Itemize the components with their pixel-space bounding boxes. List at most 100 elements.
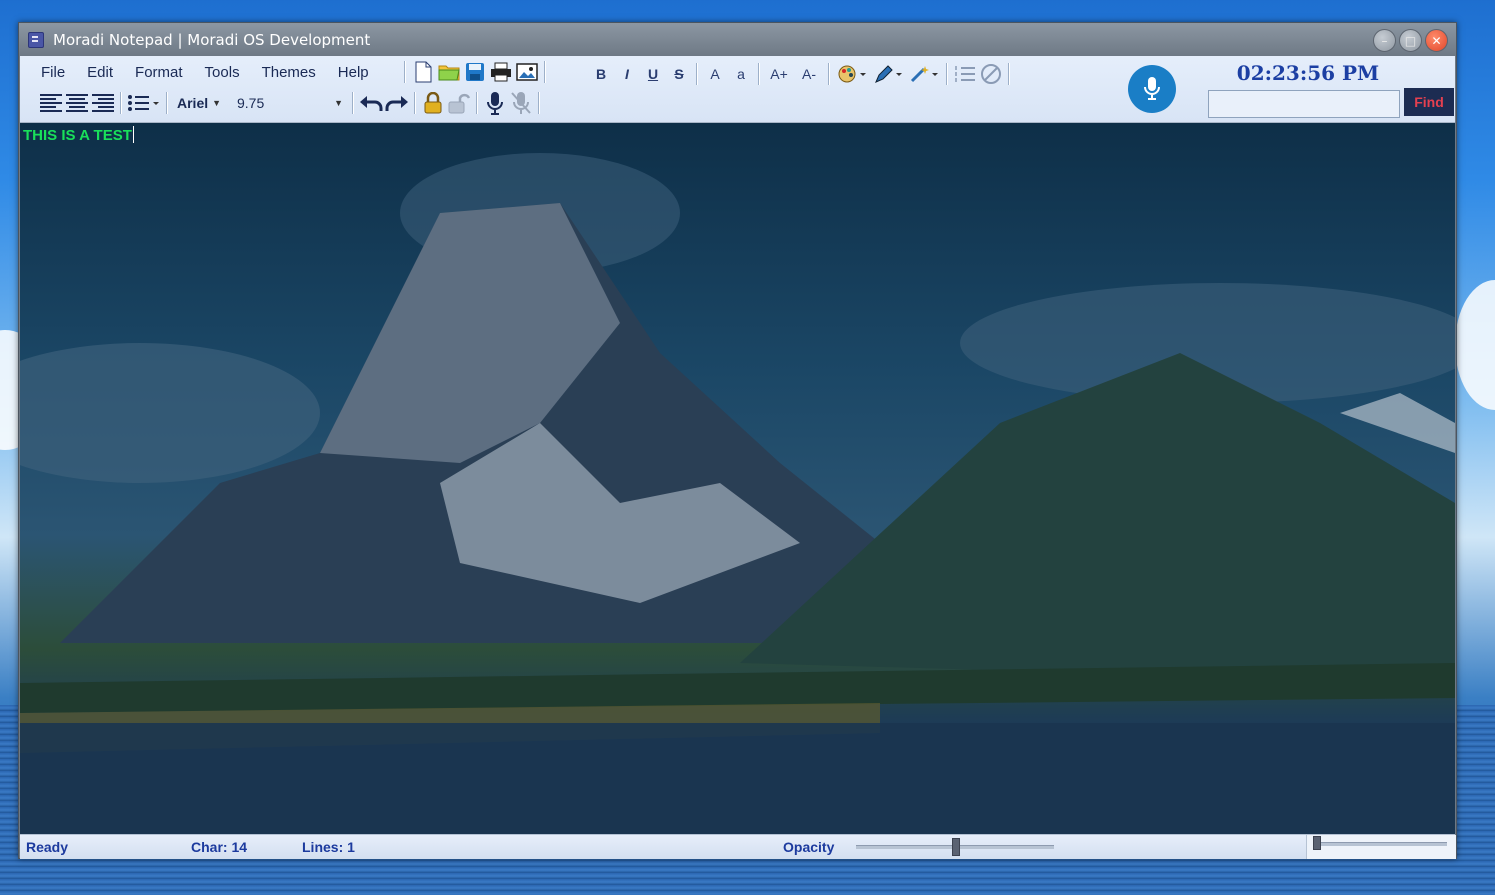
- toolbar-separator: [544, 61, 546, 83]
- redo-button[interactable]: [384, 90, 410, 116]
- menu-tools[interactable]: Tools: [194, 62, 251, 83]
- opacity-slider-thumb[interactable]: [952, 838, 960, 856]
- clock: 02:23:56 PM: [1236, 61, 1380, 85]
- palette-icon: [838, 65, 866, 83]
- find-input[interactable]: [1208, 90, 1400, 118]
- minimize-icon: –: [1381, 33, 1388, 48]
- dictation-button[interactable]: [482, 90, 508, 116]
- text-effects-button[interactable]: [906, 61, 942, 87]
- print-button[interactable]: [488, 59, 514, 85]
- align-center-button[interactable]: [64, 90, 90, 116]
- italic-button[interactable]: I: [614, 61, 640, 87]
- microphone-icon: [487, 92, 503, 115]
- magic-wand-icon: [910, 66, 938, 83]
- text-cursor: [132, 126, 134, 143]
- numbered-list-icon: [955, 66, 975, 82]
- menu-file[interactable]: File: [30, 62, 76, 83]
- highlight-button[interactable]: [870, 61, 906, 87]
- save-icon: [466, 63, 484, 81]
- toolbar-separator: [414, 92, 416, 114]
- close-icon: ✕: [1431, 33, 1442, 48]
- toolbar-separator: [828, 63, 830, 85]
- toolbar-separator: [946, 63, 948, 85]
- align-right-button[interactable]: [90, 90, 116, 116]
- uppercase-label: A: [710, 66, 720, 82]
- toolbar-area: File Edit Format Tools Themes Help B I U…: [20, 56, 1455, 123]
- find-button[interactable]: Find: [1404, 88, 1454, 116]
- notepad-window: Moradi Notepad | Moradi OS Development –…: [18, 22, 1457, 859]
- lock-icon: [424, 92, 442, 114]
- strikethrough-label: S: [674, 66, 684, 82]
- editor-content[interactable]: THIS IS A TEST: [23, 126, 134, 144]
- background-landscape: [20, 153, 1455, 834]
- title-bar[interactable]: Moradi Notepad | Moradi OS Development –…: [19, 23, 1456, 56]
- editor-text: THIS IS A TEST: [23, 127, 132, 144]
- new-file-button[interactable]: [410, 59, 436, 85]
- status-line-count: Lines: 1: [302, 839, 355, 855]
- print-icon: [491, 62, 511, 82]
- maximize-button[interactable]: □: [1399, 29, 1422, 52]
- undo-icon: [360, 96, 383, 111]
- uppercase-button[interactable]: A: [702, 61, 728, 87]
- clear-format-button[interactable]: [978, 61, 1004, 87]
- status-ready: Ready: [26, 839, 69, 855]
- bullet-list-button[interactable]: [126, 90, 162, 116]
- bold-label: B: [595, 66, 607, 82]
- zoom-slider-thumb[interactable]: [1313, 836, 1321, 850]
- open-button[interactable]: [436, 59, 462, 85]
- status-bar: Ready Char: 14 Lines: 1 Opacity: [20, 834, 1456, 859]
- find-label: Find: [1414, 94, 1444, 110]
- font-name-select[interactable]: Ariel ▼: [172, 91, 232, 115]
- app-icon: [28, 31, 44, 48]
- grow-font-button[interactable]: A+: [764, 61, 794, 87]
- unlock-button[interactable]: [446, 90, 472, 116]
- font-name-value: Ariel: [177, 95, 209, 111]
- voice-input-button[interactable]: [1128, 65, 1176, 113]
- text-editor[interactable]: THIS IS A TEST: [20, 123, 1455, 834]
- font-size-value: 9.75: [237, 95, 265, 111]
- menu-edit[interactable]: Edit: [76, 62, 124, 83]
- grow-font-label: A+: [770, 66, 788, 82]
- chevron-down-icon: ▼: [212, 98, 222, 108]
- font-size-select[interactable]: 9.75 ▼: [232, 91, 348, 115]
- bullet-list-icon: [128, 95, 159, 111]
- color-picker-button[interactable]: [834, 61, 870, 87]
- strikethrough-button[interactable]: S: [666, 61, 692, 87]
- toolbar-separator: [538, 92, 540, 114]
- bold-button[interactable]: B: [588, 61, 614, 87]
- lock-button[interactable]: [420, 90, 446, 116]
- mute-dictation-button[interactable]: [508, 90, 534, 116]
- desktop-cloud-right: [1455, 280, 1495, 410]
- numbered-list-button[interactable]: [952, 61, 978, 87]
- menu-help[interactable]: Help: [327, 62, 380, 83]
- lowercase-button[interactable]: a: [728, 61, 754, 87]
- toolbar-separator: [352, 92, 354, 114]
- zoom-slider[interactable]: [1317, 842, 1447, 846]
- shrink-font-button[interactable]: A-: [794, 61, 824, 87]
- pen-icon: [875, 65, 902, 83]
- insert-image-button[interactable]: [514, 59, 540, 85]
- align-left-icon: [40, 94, 62, 112]
- open-folder-icon: [438, 65, 460, 81]
- minimize-button[interactable]: –: [1373, 29, 1396, 52]
- close-button[interactable]: ✕: [1425, 29, 1448, 52]
- window-title: Moradi Notepad | Moradi OS Development: [53, 30, 371, 49]
- microphone-icon: [1144, 77, 1160, 100]
- align-left-button[interactable]: [38, 90, 64, 116]
- menu-format[interactable]: Format: [124, 62, 194, 83]
- zoom-area: [1306, 835, 1456, 859]
- save-button[interactable]: [462, 59, 488, 85]
- underline-button[interactable]: U: [640, 61, 666, 87]
- toolbar-separator: [758, 63, 760, 85]
- maximize-icon: □: [1404, 33, 1417, 48]
- menu-themes[interactable]: Themes: [251, 62, 327, 83]
- menu-bar: File Edit Format Tools Themes Help: [30, 62, 380, 83]
- toolbar-separator: [696, 63, 698, 85]
- toolbar-separator: [404, 61, 406, 83]
- lowercase-label: a: [737, 66, 745, 82]
- toolbar-separator: [120, 92, 122, 114]
- toolbar-separator: [166, 92, 168, 114]
- unlock-icon: [448, 93, 470, 114]
- undo-button[interactable]: [358, 90, 384, 116]
- chevron-down-icon: ▼: [334, 98, 343, 108]
